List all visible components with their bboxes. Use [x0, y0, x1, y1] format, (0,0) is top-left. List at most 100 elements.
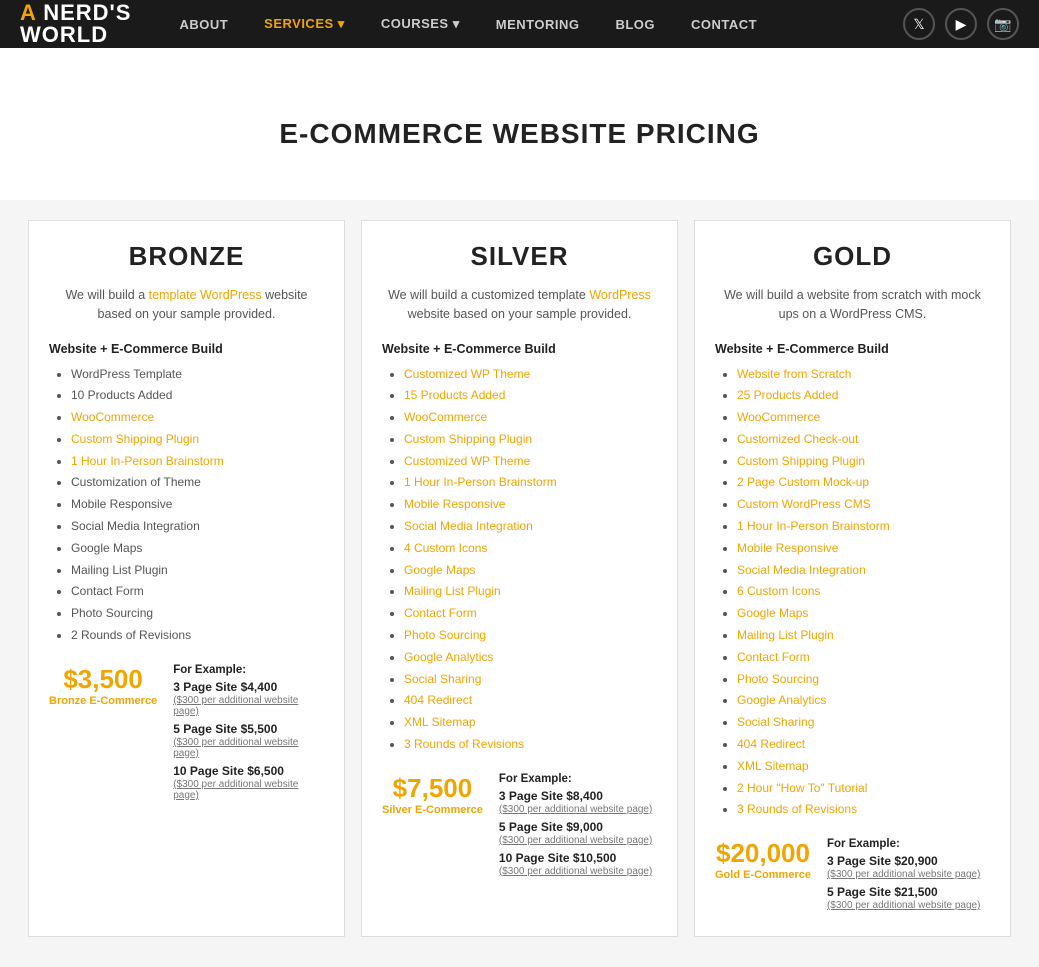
link[interactable]: Google Analytics — [737, 693, 826, 707]
list-item: 1 Hour In-Person Brainstorm — [737, 518, 990, 535]
list-item: WooCommerce — [737, 409, 990, 426]
list-item: 404 Redirect — [737, 736, 990, 753]
list-item: 1 Hour In-Person Brainstorm — [71, 453, 324, 470]
nav-services[interactable]: SERVICES ▾ — [246, 0, 363, 48]
link[interactable]: WooCommerce — [737, 410, 820, 424]
link[interactable]: 1 Hour In-Person Brainstorm — [404, 475, 557, 489]
link[interactable]: 404 Redirect — [737, 737, 805, 751]
link[interactable]: WooCommerce — [404, 410, 487, 424]
list-item: Contact Form — [71, 583, 324, 600]
link[interactable]: Social Sharing — [404, 672, 481, 686]
link[interactable]: Custom Shipping Plugin — [737, 454, 865, 468]
nav-about[interactable]: ABOUT — [161, 0, 246, 48]
link[interactable]: Social Media Integration — [737, 563, 866, 577]
silver-price: $7,500 — [382, 773, 483, 804]
link[interactable]: 1 Hour In-Person Brainstorm — [737, 519, 890, 533]
link[interactable]: Mobile Responsive — [404, 497, 505, 511]
link[interactable]: Social Sharing — [737, 715, 814, 729]
silver-section-label: Website + E-Commerce Build — [382, 342, 657, 356]
list-item: Customized WP Theme — [404, 453, 657, 470]
list-item: Photo Sourcing — [737, 671, 990, 688]
page-title: E-COMMERCE WEBSITE PRICING — [0, 78, 1039, 180]
list-item: Mobile Responsive — [737, 540, 990, 557]
link[interactable]: 2 Hour "How To" Tutorial — [737, 781, 867, 795]
link[interactable]: Customized WP Theme — [404, 454, 530, 468]
list-item: WooCommerce — [404, 409, 657, 426]
list-item: Social Sharing — [737, 714, 990, 731]
woocommerce-link[interactable]: WooCommerce — [71, 410, 154, 424]
list-item: Custom Shipping Plugin — [404, 431, 657, 448]
brainstorm-link[interactable]: 1 Hour In-Person Brainstorm — [71, 454, 224, 468]
bronze-examples: For Example: 3 Page Site $4,400 ($300 pe… — [173, 664, 324, 806]
list-item: Google Analytics — [404, 649, 657, 666]
link[interactable]: 6 Custom Icons — [737, 584, 820, 598]
silver-pricing: $7,500 Silver E-Commerce For Example: 3 … — [382, 773, 657, 882]
link[interactable]: 3 Rounds of Revisions — [737, 802, 857, 816]
link[interactable]: Mobile Responsive — [737, 541, 838, 555]
list-item: Mailing List Plugin — [404, 583, 657, 600]
bronze-examples-label: For Example: — [173, 664, 324, 676]
list-item: XML Sitemap — [404, 714, 657, 731]
navbar: A Nerd'sWorld ABOUT SERVICES ▾ COURSES ▾… — [0, 0, 1039, 48]
silver-examples-label: For Example: — [499, 773, 657, 785]
nav-blog[interactable]: BLOG — [597, 0, 673, 48]
youtube-icon[interactable]: ▶ — [945, 8, 977, 40]
pricing-section: BRONZE We will build a template WordPres… — [0, 200, 1039, 967]
link[interactable]: 15 Products Added — [404, 388, 505, 402]
link[interactable]: Website from Scratch — [737, 367, 851, 381]
gold-ex1: 3 Page Site $20,900 — [827, 854, 990, 868]
list-item: 404 Redirect — [404, 692, 657, 709]
link[interactable]: Customized Check-out — [737, 432, 858, 446]
link[interactable]: Mailing List Plugin — [404, 584, 501, 598]
bronze-title: BRONZE — [49, 241, 324, 272]
link[interactable]: 25 Products Added — [737, 388, 838, 402]
link[interactable]: Google Analytics — [404, 650, 493, 664]
list-item: Social Sharing — [404, 671, 657, 688]
silver-examples: For Example: 3 Page Site $8,400 ($300 pe… — [499, 773, 657, 882]
list-item: Social Media Integration — [71, 518, 324, 535]
shipping-link[interactable]: Custom Shipping Plugin — [71, 432, 199, 446]
gold-price-label: Gold E-Commerce — [715, 869, 811, 881]
link[interactable]: XML Sitemap — [737, 759, 809, 773]
nav-contact[interactable]: CONTACT — [673, 0, 775, 48]
silver-link[interactable]: WordPress — [589, 288, 651, 302]
list-item: WooCommerce — [71, 409, 324, 426]
nav-mentoring[interactable]: MENTORING — [478, 0, 598, 48]
link[interactable]: XML Sitemap — [404, 715, 476, 729]
list-item: Customization of Theme — [71, 474, 324, 491]
logo[interactable]: A Nerd'sWorld — [20, 2, 131, 46]
link[interactable]: Custom WordPress CMS — [737, 497, 871, 511]
link[interactable]: Contact Form — [737, 650, 810, 664]
bronze-features: WordPress Template 10 Products Added Woo… — [49, 366, 324, 644]
link[interactable]: Photo Sourcing — [404, 628, 486, 642]
list-item: 1 Hour In-Person Brainstorm — [404, 474, 657, 491]
list-item: Contact Form — [737, 649, 990, 666]
link[interactable]: Photo Sourcing — [737, 672, 819, 686]
link[interactable]: Google Maps — [737, 606, 808, 620]
link[interactable]: 2 Page Custom Mock-up — [737, 475, 869, 489]
link[interactable]: 3 Rounds of Revisions — [404, 737, 524, 751]
gold-card: GOLD We will build a website from scratc… — [694, 220, 1011, 937]
link[interactable]: Customized WP Theme — [404, 367, 530, 381]
list-item: Social Media Integration — [404, 518, 657, 535]
link[interactable]: Google Maps — [404, 563, 475, 577]
list-item: Custom WordPress CMS — [737, 496, 990, 513]
gold-examples-label: For Example: — [827, 838, 990, 850]
link[interactable]: 4 Custom Icons — [404, 541, 487, 555]
list-item: Mailing List Plugin — [71, 562, 324, 579]
twitter-icon[interactable]: 𝕏 — [903, 8, 935, 40]
link[interactable]: Contact Form — [404, 606, 477, 620]
bronze-ex3-sub: ($300 per additional website page) — [173, 779, 324, 801]
link[interactable]: Mailing List Plugin — [737, 628, 834, 642]
link[interactable]: 404 Redirect — [404, 693, 472, 707]
nav-courses[interactable]: COURSES ▾ — [363, 0, 478, 48]
list-item: 2 Rounds of Revisions — [71, 627, 324, 644]
instagram-icon[interactable]: 📷 — [987, 8, 1019, 40]
list-item: Mobile Responsive — [404, 496, 657, 513]
list-item: Google Analytics — [737, 692, 990, 709]
bronze-card: BRONZE We will build a template WordPres… — [28, 220, 345, 937]
bronze-link[interactable]: template WordPress — [149, 288, 262, 302]
gold-price-block: $20,000 Gold E-Commerce — [715, 838, 811, 881]
link[interactable]: Custom Shipping Plugin — [404, 432, 532, 446]
link[interactable]: Social Media Integration — [404, 519, 533, 533]
